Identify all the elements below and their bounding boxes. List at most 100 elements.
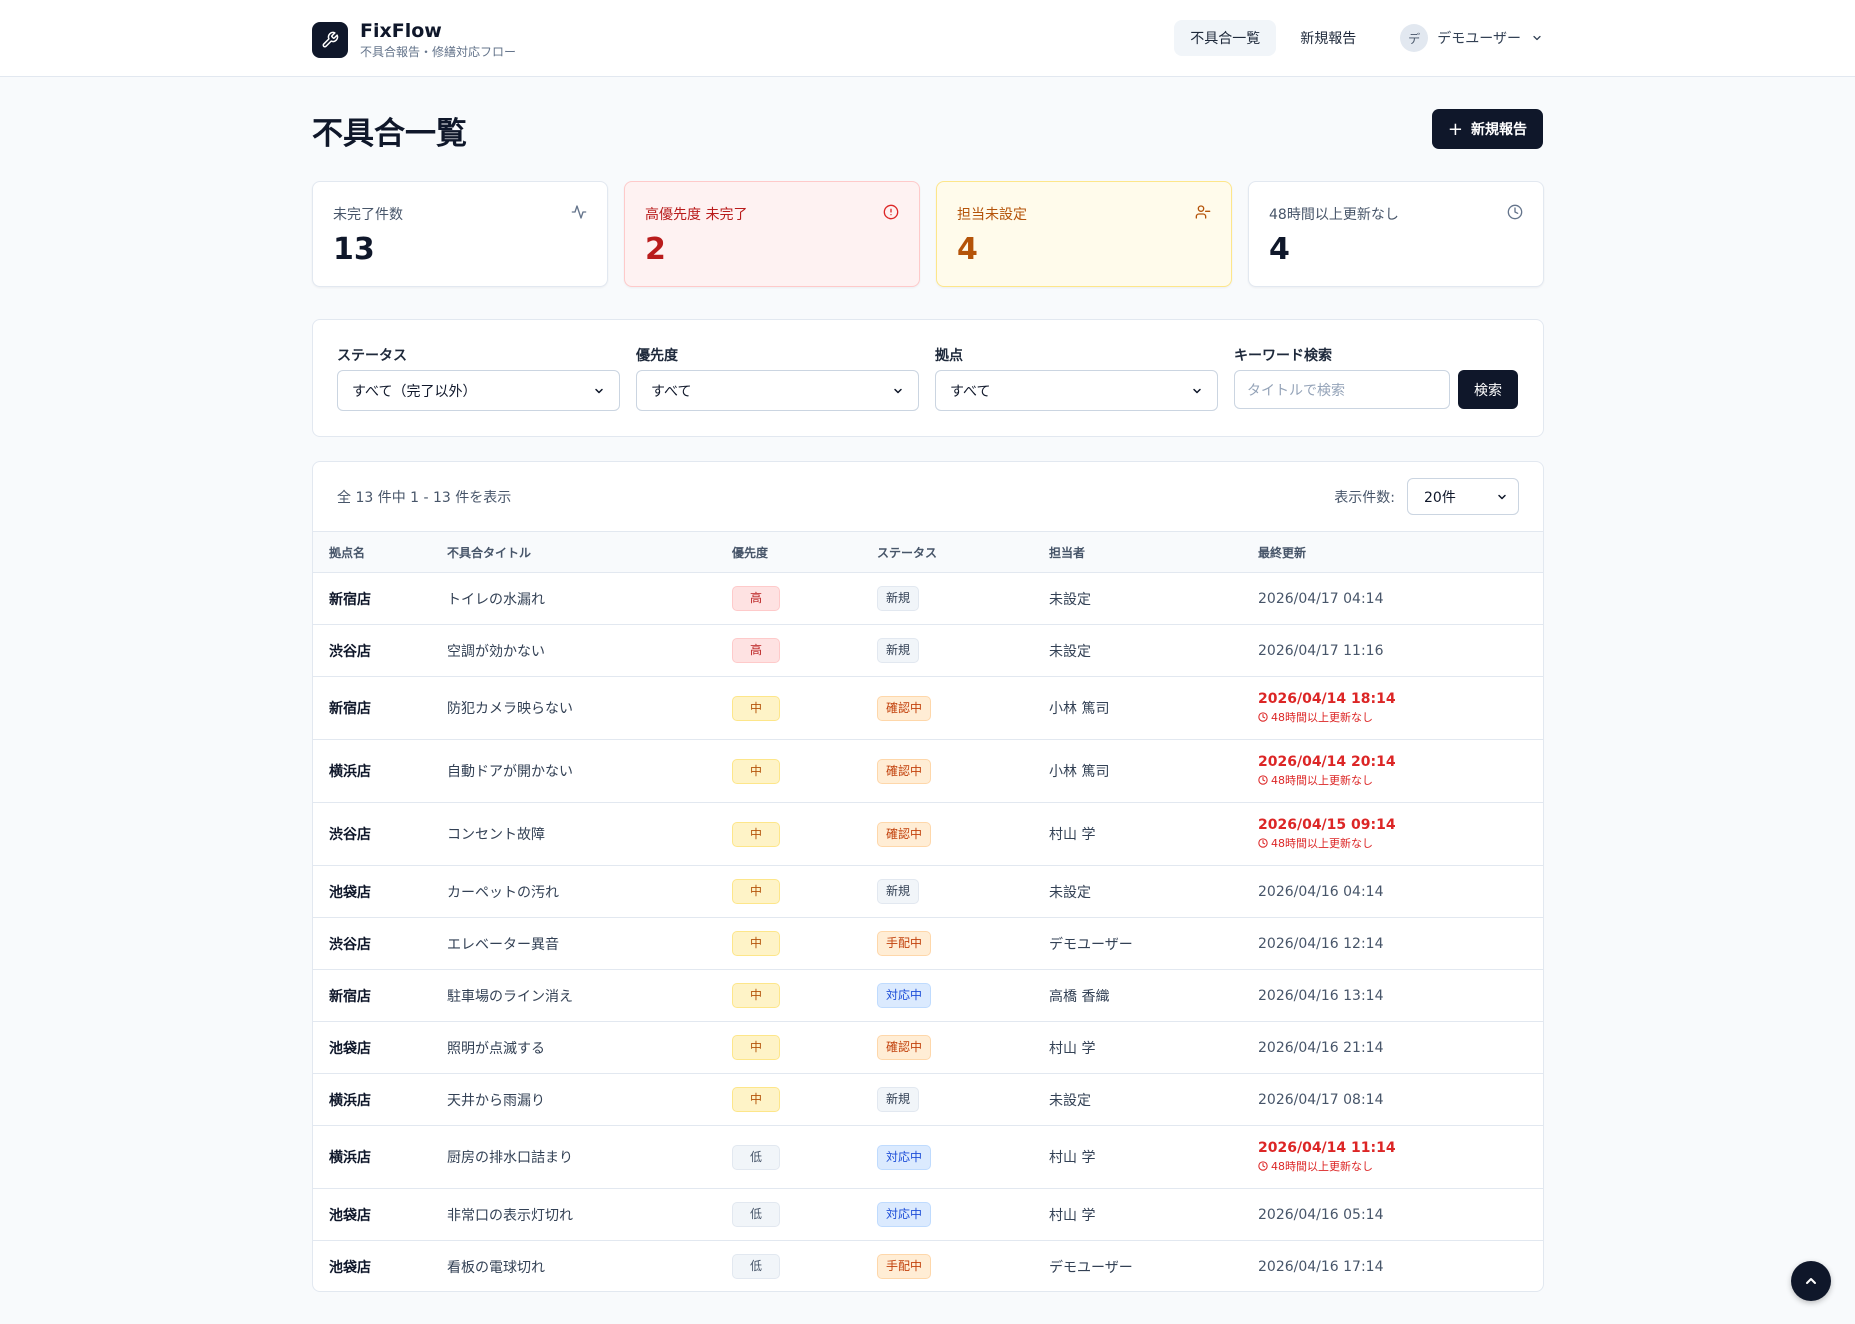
- clock-icon: [1258, 838, 1268, 848]
- cell-title[interactable]: 自動ドアが開かない: [447, 740, 732, 803]
- table-row[interactable]: 新宿店 トイレの水漏れ高 新規 未設定 2026/04/17 04:14: [313, 573, 1543, 625]
- status-badge: 新規: [877, 586, 920, 611]
- table-row[interactable]: 池袋店 看板の電球切れ低 手配中 デモユーザー 2026/04/16 17:14: [313, 1241, 1543, 1292]
- cell-status: 新規: [877, 573, 1049, 625]
- stat-label: 48時間以上更新なし: [1269, 207, 1399, 223]
- column-header-title[interactable]: 不具合タイトル: [447, 532, 732, 573]
- priority-badge: 中: [732, 821, 780, 847]
- cell-assignee: 小林 篤司: [1049, 764, 1110, 780]
- priority-badge: 中: [732, 983, 780, 1008]
- cell-title[interactable]: エレベーター異音: [447, 918, 732, 970]
- cell-assignee: 未設定: [1049, 643, 1091, 660]
- table-row[interactable]: 渋谷店 空調が効かない高 新規 未設定 2026/04/17 11:16: [313, 625, 1543, 677]
- stats-row: 未完了件数 13 高優先度 未完了 2 担当未設定 4 48時間以上更新なし 4: [312, 181, 1544, 287]
- status-badge: 確認中: [877, 695, 932, 721]
- keyword-search-input[interactable]: タイトルで検索: [1234, 370, 1450, 409]
- cell-title[interactable]: 防犯カメラ映らない: [447, 677, 732, 740]
- site-filter-label: 拠点: [935, 348, 963, 364]
- new-report-button[interactable]: + 新規報告: [1431, 109, 1543, 149]
- table-row[interactable]: 新宿店 駐車場のライン消え中 対応中 高橋 香織 2026/04/16 13:14: [313, 970, 1543, 1022]
- column-header-assignee[interactable]: 担当者: [1049, 532, 1258, 573]
- cell-title[interactable]: 照明が点滅する: [447, 1022, 732, 1074]
- cell-assignee: デモユーザー: [1049, 936, 1133, 953]
- cell-title[interactable]: 空調が効かない: [447, 625, 732, 677]
- table-row[interactable]: 横浜店 天井から雨漏り中 新規 未設定 2026/04/17 08:14: [313, 1074, 1543, 1126]
- cell-assignee: 小林 篤司: [1049, 701, 1110, 717]
- cell-title[interactable]: 天井から雨漏り: [447, 1074, 732, 1126]
- scroll-to-top-button[interactable]: [1791, 1261, 1831, 1301]
- cell-status: 新規: [877, 625, 1049, 677]
- table-row[interactable]: 池袋店 非常口の表示灯切れ低 対応中 村山 学 2026/04/16 05:14: [313, 1189, 1543, 1241]
- cell-title[interactable]: 非常口の表示灯切れ: [447, 1189, 732, 1241]
- updated-datetime: 2026/04/16 13:14: [1258, 987, 1384, 1004]
- cell-title[interactable]: 厨房の排水口詰まり: [447, 1126, 732, 1189]
- cell-status: 新規: [877, 1074, 1049, 1126]
- cell-title[interactable]: 駐車場のライン消え: [447, 970, 732, 1022]
- search-button[interactable]: 検索: [1458, 370, 1518, 409]
- stat-card-unassigned: 担当未設定 4: [936, 181, 1232, 287]
- nav-issue-list[interactable]: 不具合一覧: [1174, 20, 1277, 56]
- priority-filter-value: すべて: [651, 383, 692, 400]
- stat-value: 2: [645, 232, 666, 267]
- cell-site: 横浜店: [329, 1092, 371, 1109]
- chevron-down-icon: [894, 388, 902, 393]
- updated-datetime: 2026/04/16 04:14: [1258, 883, 1384, 900]
- cell-title[interactable]: カーペットの汚れ: [447, 866, 732, 918]
- column-header-status[interactable]: ステータス: [877, 532, 1049, 573]
- user-menu[interactable]: デ デモユーザー: [1400, 24, 1543, 52]
- cell-site: 新宿店: [329, 988, 371, 1005]
- status-badge: 確認中: [877, 821, 932, 847]
- table-row[interactable]: 池袋店 照明が点滅する中 確認中 村山 学 2026/04/16 21:14: [313, 1022, 1543, 1074]
- cell-title[interactable]: 看板の電球切れ: [447, 1241, 732, 1292]
- table-header-row: 拠点名 不具合タイトル 優先度 ステータス 担当者 最終更新: [313, 531, 1543, 573]
- column-header-updated[interactable]: 最終更新: [1258, 532, 1543, 573]
- table-row[interactable]: 横浜店 厨房の排水口詰まり低 対応中 村山 学 2026/04/14 11:14 48時間…: [313, 1126, 1543, 1189]
- table-row[interactable]: 池袋店 カーペットの汚れ中 新規 未設定 2026/04/16 04:14: [313, 866, 1543, 918]
- clock-icon: [1258, 775, 1268, 785]
- plus-icon: +: [1447, 118, 1463, 140]
- stat-card-stale: 48時間以上更新なし 4: [1248, 181, 1544, 287]
- cell-site: 池袋店: [329, 1259, 371, 1276]
- cell-updated: 2026/04/16 05:14: [1258, 1189, 1543, 1241]
- cell-status: 確認中: [877, 740, 1049, 803]
- updated-datetime: 2026/04/16 21:14: [1258, 1039, 1384, 1056]
- cell-site: 渋谷店: [329, 827, 371, 843]
- nav-new-report[interactable]: 新規報告: [1284, 20, 1372, 56]
- new-report-button-label: 新規報告: [1471, 122, 1527, 138]
- stale-warning-text: 48時間以上更新なし: [1271, 837, 1373, 850]
- cell-title[interactable]: トイレの水漏れ: [447, 573, 732, 625]
- table-row[interactable]: 渋谷店 コンセント故障中 確認中 村山 学 2026/04/15 09:14 48時間以上…: [313, 803, 1543, 866]
- cell-updated: 2026/04/14 18:14 48時間以上更新なし: [1258, 677, 1543, 740]
- cell-site: 池袋店: [329, 1207, 371, 1224]
- cell-assignee: 村山 学: [1049, 1150, 1096, 1166]
- cell-assignee: 未設定: [1049, 591, 1091, 608]
- column-header-site[interactable]: 拠点名: [313, 532, 447, 573]
- updated-datetime: 2026/04/14 18:14: [1258, 691, 1396, 707]
- stale-warning: 48時間以上更新なし: [1258, 709, 1543, 725]
- site-filter-select[interactable]: すべて: [935, 370, 1218, 411]
- stale-warning: 48時間以上更新なし: [1258, 835, 1543, 851]
- priority-filter-select[interactable]: すべて: [636, 370, 919, 411]
- brand[interactable]: FixFlow 不具合報告・修繕対応フロー: [312, 20, 516, 60]
- priority-badge: 中: [732, 695, 780, 721]
- per-page-select[interactable]: 20件: [1407, 478, 1519, 515]
- cell-title[interactable]: コンセント故障: [447, 803, 732, 866]
- table-row[interactable]: 渋谷店 エレベーター異音中 手配中 デモユーザー 2026/04/16 12:14: [313, 918, 1543, 970]
- status-badge: 確認中: [877, 1035, 932, 1060]
- table-row[interactable]: 新宿店 防犯カメラ映らない中 確認中 小林 篤司 2026/04/14 18:14 48時…: [313, 677, 1543, 740]
- cell-site: 新宿店: [329, 591, 371, 608]
- cell-priority: 中: [732, 677, 877, 740]
- alert-circle-icon: [883, 204, 899, 224]
- cell-assignee: デモユーザー: [1049, 1259, 1133, 1276]
- column-header-priority[interactable]: 優先度: [732, 532, 877, 573]
- cell-assignee: 村山 学: [1049, 1040, 1096, 1057]
- clock-icon: [1258, 712, 1268, 722]
- status-filter-select[interactable]: すべて（完了以外）: [337, 370, 620, 411]
- status-badge: 新規: [877, 879, 920, 904]
- cell-updated: 2026/04/16 12:14: [1258, 918, 1543, 970]
- cell-updated: 2026/04/17 11:16: [1258, 625, 1543, 677]
- page-title: 不具合一覧: [312, 116, 467, 152]
- cell-status: 対応中: [877, 1126, 1049, 1189]
- table-row[interactable]: 横浜店 自動ドアが開かない中 確認中 小林 篤司 2026/04/14 20:14 48時…: [313, 740, 1543, 803]
- stale-warning-text: 48時間以上更新なし: [1271, 1160, 1373, 1173]
